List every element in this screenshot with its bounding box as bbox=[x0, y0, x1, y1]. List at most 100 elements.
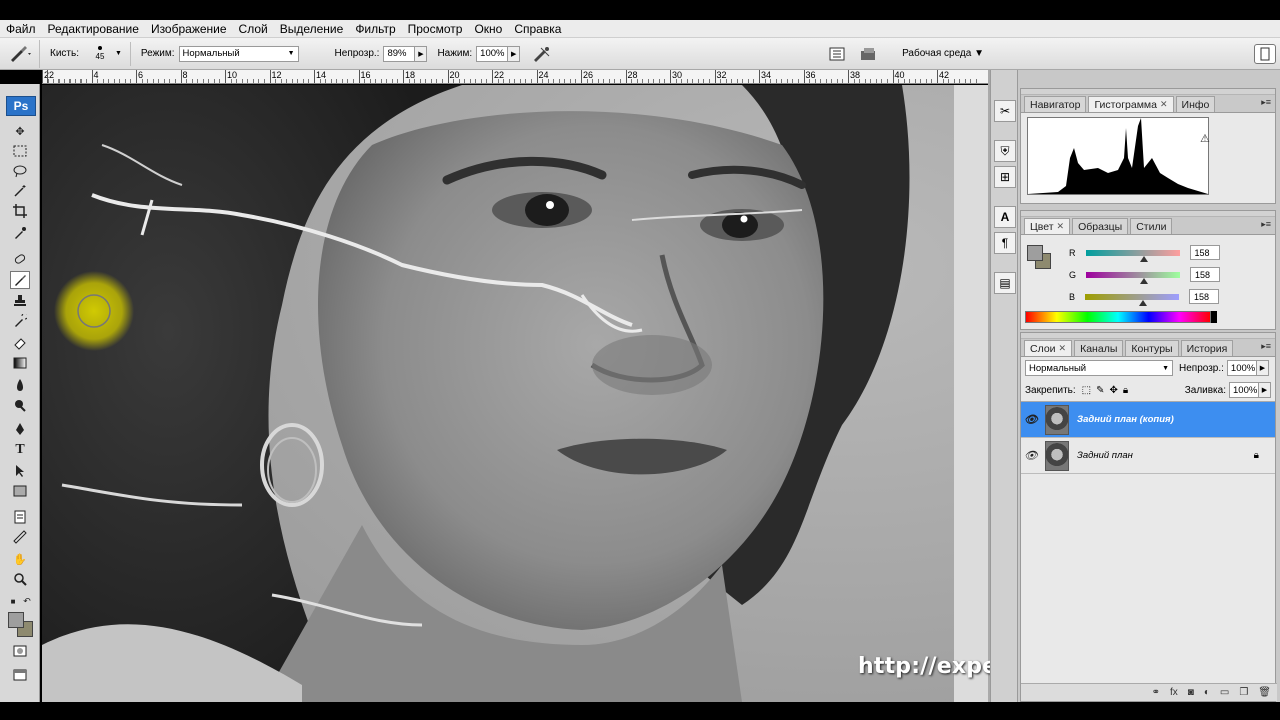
type-tool-icon[interactable]: T bbox=[10, 441, 30, 459]
slider-knob[interactable] bbox=[1139, 299, 1148, 306]
photoshop-logo[interactable]: Ps bbox=[6, 96, 36, 116]
current-tool-preset[interactable] bbox=[0, 39, 40, 68]
paragraph-panel-icon[interactable]: ¶ bbox=[994, 232, 1016, 254]
move-tool-icon[interactable]: ✥ bbox=[10, 122, 30, 140]
quick-mask-icon[interactable] bbox=[10, 642, 30, 660]
tab-layers[interactable]: Слои ✕ bbox=[1024, 340, 1073, 356]
slider-knob[interactable] bbox=[1139, 255, 1148, 262]
pen-tool-icon[interactable] bbox=[10, 420, 30, 438]
lock-all-icon[interactable]: 🔒︎ bbox=[1123, 385, 1128, 396]
layer-item-background[interactable]: 👁︎ Задний план 🔒︎ bbox=[1021, 438, 1275, 474]
palette-toggle[interactable] bbox=[826, 44, 848, 64]
menu-file[interactable]: Файл bbox=[6, 22, 42, 36]
tab-histogram[interactable]: Гистограмма ✕ bbox=[1088, 96, 1174, 112]
slider-knob[interactable] bbox=[1140, 277, 1149, 284]
fill-input[interactable]: 100% bbox=[1229, 382, 1259, 398]
brush-tool-icon[interactable] bbox=[10, 271, 30, 289]
tools-preset-icon[interactable]: ✂ bbox=[994, 100, 1016, 122]
blend-mode-select[interactable]: Нормальный ▼ bbox=[1025, 360, 1173, 376]
brushes-panel-icon[interactable]: ⊞ bbox=[994, 166, 1016, 188]
tab-info[interactable]: Инфо bbox=[1175, 96, 1216, 112]
new-group-icon[interactable]: ▭ bbox=[1220, 687, 1229, 698]
blue-slider[interactable] bbox=[1085, 293, 1180, 306]
brush-picker[interactable]: 45 bbox=[87, 40, 113, 68]
lock-position-icon[interactable]: ✥ bbox=[1110, 385, 1118, 396]
menu-edit[interactable]: Редактирование bbox=[48, 22, 145, 36]
color-fg-swatch[interactable] bbox=[1027, 245, 1043, 261]
default-colors-icon[interactable]: ■ bbox=[6, 592, 20, 610]
layer-opacity-slider-button[interactable]: ▶ bbox=[1256, 360, 1269, 376]
warning-icon[interactable]: ⚠ bbox=[1200, 132, 1210, 145]
layer-mask-icon[interactable]: ◙ bbox=[1188, 687, 1194, 698]
link-layers-icon[interactable]: ⚭ bbox=[1152, 687, 1160, 698]
notes-tool-icon[interactable] bbox=[10, 508, 30, 526]
mode-select[interactable]: Нормальный ▼ bbox=[178, 45, 299, 62]
document-canvas[interactable] bbox=[42, 85, 988, 702]
clone-source-icon[interactable]: ⛨ bbox=[994, 140, 1016, 162]
flow-input[interactable]: 100% bbox=[476, 45, 509, 62]
lock-transparency-icon[interactable]: ⬚ bbox=[1082, 385, 1091, 396]
eye-icon[interactable]: 👁︎ bbox=[1021, 413, 1041, 426]
ruler-tool-icon[interactable] bbox=[10, 528, 30, 546]
history-brush-tool-icon[interactable] bbox=[10, 312, 30, 330]
opacity-slider-button[interactable]: ▶ bbox=[415, 45, 428, 62]
healing-brush-tool-icon[interactable] bbox=[10, 250, 30, 268]
rectangle-tool-icon[interactable] bbox=[10, 482, 30, 500]
fill-slider-button[interactable]: ▶ bbox=[1259, 382, 1271, 398]
menu-image[interactable]: Изображение bbox=[151, 22, 233, 36]
green-slider[interactable] bbox=[1086, 271, 1181, 284]
menu-select[interactable]: Выделение bbox=[280, 22, 350, 36]
tab-styles[interactable]: Стили bbox=[1130, 218, 1173, 234]
tab-channels[interactable]: Каналы bbox=[1074, 340, 1124, 356]
blur-tool-icon[interactable] bbox=[10, 376, 30, 394]
layer-opacity-input[interactable]: 100% bbox=[1226, 360, 1257, 376]
layer-comps-icon[interactable]: ▤ bbox=[994, 272, 1016, 294]
tab-navigator[interactable]: Навигатор bbox=[1024, 96, 1087, 112]
panel-menu-icon[interactable]: ▸≡ bbox=[1261, 341, 1271, 352]
panel-menu-icon[interactable]: ▸≡ bbox=[1261, 219, 1271, 230]
tab-history[interactable]: История bbox=[1180, 340, 1234, 356]
gradient-tool-icon[interactable] bbox=[10, 354, 30, 372]
close-icon[interactable]: ✕ bbox=[1059, 343, 1067, 354]
magic-wand-tool-icon[interactable] bbox=[10, 182, 30, 200]
flow-slider-button[interactable]: ▶ bbox=[508, 45, 521, 62]
lasso-tool-icon[interactable] bbox=[10, 162, 30, 180]
menu-window[interactable]: Окно bbox=[474, 22, 508, 36]
tab-paths[interactable]: Контуры bbox=[1125, 340, 1179, 356]
menu-view[interactable]: Просмотр bbox=[408, 22, 469, 36]
layer-item-background-copy[interactable]: 👁︎ Задний план (копия) bbox=[1021, 402, 1275, 438]
airbrush-toggle[interactable] bbox=[530, 44, 552, 64]
opacity-input[interactable]: 89% bbox=[383, 45, 416, 62]
color-ramp[interactable] bbox=[1025, 311, 1211, 323]
eyedropper-tool-icon[interactable] bbox=[10, 224, 30, 242]
tab-color[interactable]: Цвет ✕ bbox=[1024, 218, 1071, 234]
close-icon[interactable]: ✕ bbox=[1160, 99, 1168, 110]
tab-swatches[interactable]: Образцы bbox=[1072, 218, 1129, 234]
eraser-tool-icon[interactable] bbox=[10, 334, 30, 352]
screen-mode-icon[interactable] bbox=[10, 666, 30, 684]
red-slider[interactable] bbox=[1085, 249, 1180, 262]
delete-layer-icon[interactable]: 🗑︎ bbox=[1258, 687, 1271, 698]
new-layer-icon[interactable]: ❐ bbox=[1239, 687, 1248, 698]
blue-value[interactable]: 158 bbox=[1189, 289, 1220, 304]
crop-tool-icon[interactable] bbox=[10, 202, 30, 220]
foreground-color-swatch[interactable] bbox=[8, 612, 24, 628]
marquee-tool-icon[interactable] bbox=[10, 142, 30, 160]
brush-dropdown-icon[interactable]: ▼ bbox=[115, 50, 122, 57]
workspace-menu[interactable]: Рабочая среда ▼ bbox=[902, 48, 984, 59]
close-icon[interactable]: ✕ bbox=[1057, 221, 1065, 232]
menu-layer[interactable]: Слой bbox=[239, 22, 274, 36]
clone-stamp-tool-icon[interactable] bbox=[10, 292, 30, 310]
eye-icon[interactable]: 👁︎ bbox=[1021, 449, 1041, 462]
horizontal-ruler[interactable]: 224681012141618202224262830323436384042 bbox=[42, 70, 988, 84]
zoom-tool-icon[interactable] bbox=[10, 570, 30, 588]
green-value[interactable]: 158 bbox=[1190, 267, 1221, 282]
layer-style-icon[interactable]: fx bbox=[1170, 687, 1178, 698]
menu-filter[interactable]: Фильтр bbox=[355, 22, 401, 36]
swap-colors-icon[interactable]: ↶ bbox=[20, 592, 34, 610]
path-selection-tool-icon[interactable] bbox=[10, 462, 30, 480]
panel-toggle-button[interactable] bbox=[1254, 43, 1276, 64]
panel-menu-icon[interactable]: ▸≡ bbox=[1261, 97, 1271, 108]
lock-pixels-icon[interactable]: ✎ bbox=[1096, 385, 1104, 396]
menu-help[interactable]: Справка bbox=[514, 22, 567, 36]
